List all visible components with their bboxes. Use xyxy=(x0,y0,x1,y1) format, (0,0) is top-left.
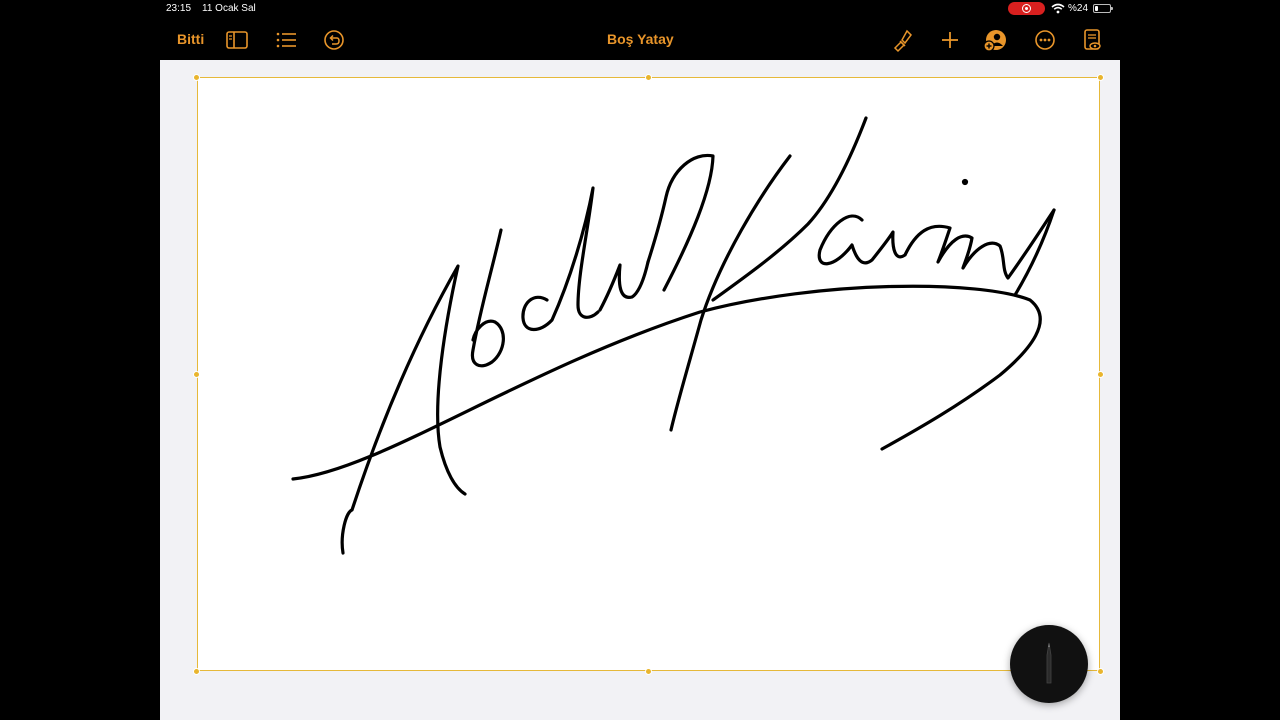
resize-handle-left[interactable] xyxy=(193,371,200,378)
battery-icon xyxy=(1093,4,1113,13)
battery-percent: %24 xyxy=(1068,3,1089,14)
resize-handle-bottom-left[interactable] xyxy=(193,668,200,675)
resize-handle-right[interactable] xyxy=(1097,371,1104,378)
toolbar: Bitti Boş Yatay xyxy=(0,20,1280,60)
status-bar: 23:15 11 Ocak Sal %24 xyxy=(0,0,1280,18)
wifi-icon xyxy=(1051,3,1065,14)
screen-recording-icon[interactable] xyxy=(1008,2,1045,15)
resize-handle-bottom-right[interactable] xyxy=(1097,668,1104,675)
document-view-icon[interactable] xyxy=(1079,27,1105,53)
resize-handle-top-right[interactable] xyxy=(1097,74,1104,81)
done-button[interactable]: Bitti xyxy=(177,31,204,47)
document-title[interactable]: Boş Yatay xyxy=(607,31,674,47)
sidebar-icon[interactable] xyxy=(224,27,250,53)
collaborate-icon[interactable] xyxy=(982,27,1008,53)
brush-icon[interactable] xyxy=(889,27,915,53)
resize-handle-bottom[interactable] xyxy=(645,668,652,675)
pencil-tool-button[interactable] xyxy=(1010,625,1088,703)
status-date: 11 Ocak Sal xyxy=(202,3,256,14)
undo-icon[interactable] xyxy=(321,27,347,53)
status-time: 23:15 xyxy=(166,3,192,14)
resize-handle-top[interactable] xyxy=(645,74,652,81)
list-icon[interactable] xyxy=(273,27,299,53)
resize-handle-top-left[interactable] xyxy=(193,74,200,81)
plus-icon[interactable] xyxy=(937,27,963,53)
more-icon[interactable] xyxy=(1032,27,1058,53)
pencil-icon xyxy=(1046,642,1052,684)
drawing-frame[interactable] xyxy=(197,77,1100,671)
